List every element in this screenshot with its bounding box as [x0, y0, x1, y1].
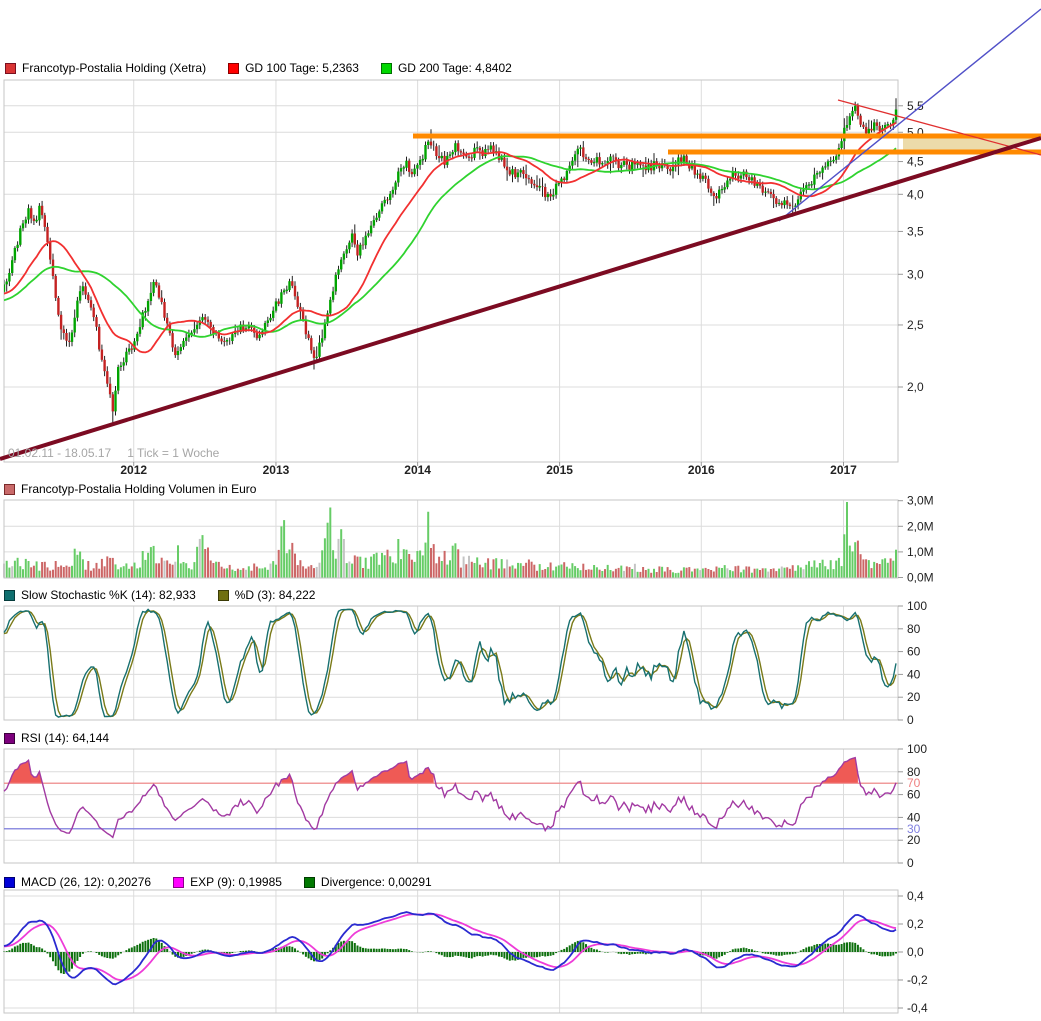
date-range-footnote: 01.02.11 - 18.05.17 1 Tick = 1 Woche — [8, 446, 235, 460]
y-tick-label: 4,5 — [907, 155, 924, 169]
legend-item-macd-exp: EXP (9): 0,19985 — [173, 875, 282, 889]
instrument-label: Francotyp-Postalia Holding (Xetra) — [22, 61, 206, 75]
y-tick-label: 3,0 — [907, 267, 924, 281]
y-tick-label: 0 — [907, 856, 914, 870]
y-tick-label: 2,0M — [907, 519, 934, 533]
y-tick-label: 20 — [907, 833, 921, 847]
legend-item-volume: Francotyp-Postalia Holding Volumen in Eu… — [4, 482, 256, 496]
y-tick-label: 60 — [907, 788, 921, 802]
y-tick-label: 0,2 — [907, 917, 924, 931]
volume-legend: Francotyp-Postalia Holding Volumen in Eu… — [4, 482, 278, 496]
stock-chart-canvas: 5,55,04,54,03,53,02,52,03,0M2,0M1,0M0,0M… — [0, 0, 1041, 1021]
instrument-swatch-icon — [5, 63, 16, 74]
y-tick-label: 4,0 — [907, 187, 924, 201]
legend-item-gd100: GD 100 Tage: 5,2363 — [228, 61, 359, 75]
legend-item-instrument: Francotyp-Postalia Holding (Xetra) — [5, 61, 206, 75]
y-tick-label: 20 — [907, 690, 921, 704]
y-tick-label: 1,0M — [907, 545, 934, 559]
macd-label: MACD (26, 12): 0,20276 — [21, 875, 151, 889]
y-tick-label: 0,4 — [907, 889, 924, 903]
rsi-swatch-icon — [4, 733, 15, 744]
legend-item-macd: MACD (26, 12): 0,20276 — [4, 875, 151, 889]
legend-item-gd200: GD 200 Tage: 4,8402 — [381, 61, 512, 75]
tick-info-text: 1 Tick = 1 Woche — [127, 446, 219, 460]
stoch-k-label: Slow Stochastic %K (14): 82,933 — [21, 588, 196, 602]
legend-item-rsi: RSI (14): 64,144 — [4, 731, 109, 745]
macd-exp-label: EXP (9): 0,19985 — [190, 875, 282, 889]
y-tick-label: 60 — [907, 645, 921, 659]
volume-bars — [4, 502, 896, 578]
price-legend: Francotyp-Postalia Holding (Xetra) GD 10… — [5, 61, 534, 75]
y-tick-label: 0,0M — [907, 571, 934, 585]
long-term-trendline — [0, 138, 1041, 459]
y-tick-label: 80 — [907, 622, 921, 636]
macd-divergence-label: Divergence: 0,00291 — [321, 875, 432, 889]
stochastic-k-line — [4, 609, 896, 717]
y-tick-label: 0 — [907, 713, 914, 727]
y-tick-label: 100 — [907, 742, 927, 756]
x-year-label: 2017 — [830, 463, 857, 477]
rsi-line — [4, 758, 896, 838]
y-tick-label: 2,0 — [907, 380, 924, 394]
y-tick-label: 3,5 — [907, 224, 924, 238]
y-tick-label: 100 — [907, 599, 927, 613]
stoch-d-label: %D (3): 84,222 — [235, 588, 316, 602]
rsi-overbought-fill — [9, 758, 858, 784]
panel-borders — [4, 80, 898, 1013]
gd100-swatch-icon — [228, 63, 239, 74]
x-year-label: 2014 — [404, 463, 431, 477]
legend-item-stoch-d: %D (3): 84,222 — [218, 588, 316, 602]
x-year-label: 2012 — [120, 463, 147, 477]
volume-label: Francotyp-Postalia Holding Volumen in Eu… — [21, 482, 256, 496]
volume-swatch-icon — [4, 484, 15, 495]
stoch-k-swatch-icon — [4, 590, 15, 601]
gd200-swatch-icon — [381, 63, 392, 74]
y-tick-label: -0,2 — [907, 973, 928, 987]
macd-exp-swatch-icon — [173, 877, 184, 888]
y-tick-label: 40 — [907, 667, 921, 681]
y-tick-label: 3,0M — [907, 494, 934, 508]
y-tick-label: -0,4 — [907, 1001, 928, 1015]
chart-page: 5,55,04,54,03,53,02,52,03,0M2,0M1,0M0,0M… — [0, 0, 1041, 1021]
x-year-label: 2015 — [546, 463, 573, 477]
rsi-legend: RSI (14): 64,144 — [4, 731, 131, 745]
stochastic-legend: Slow Stochastic %K (14): 82,933 %D (3): … — [4, 588, 337, 602]
rsi-label: RSI (14): 64,144 — [21, 731, 109, 745]
legend-item-stoch-k: Slow Stochastic %K (14): 82,933 — [4, 588, 196, 602]
gridlines — [4, 80, 898, 1013]
x-year-label: 2016 — [688, 463, 715, 477]
y-tick-label: 0,0 — [907, 945, 924, 959]
gd200-label: GD 200 Tage: 4,8402 — [398, 61, 512, 75]
macd-legend: MACD (26, 12): 0,20276 EXP (9): 0,19985 … — [4, 875, 454, 889]
date-range-text: 01.02.11 - 18.05.17 — [8, 446, 111, 460]
gd200-line — [4, 148, 896, 337]
macd-swatch-icon — [4, 877, 15, 888]
macd-divergence-swatch-icon — [304, 877, 315, 888]
stoch-d-swatch-icon — [218, 590, 229, 601]
legend-item-macd-div: Divergence: 0,00291 — [304, 875, 432, 889]
y-tick-label: 2,5 — [907, 318, 924, 332]
gd100-label: GD 100 Tage: 5,2363 — [245, 61, 359, 75]
candlesticks — [4, 98, 896, 422]
x-year-label: 2013 — [263, 463, 290, 477]
